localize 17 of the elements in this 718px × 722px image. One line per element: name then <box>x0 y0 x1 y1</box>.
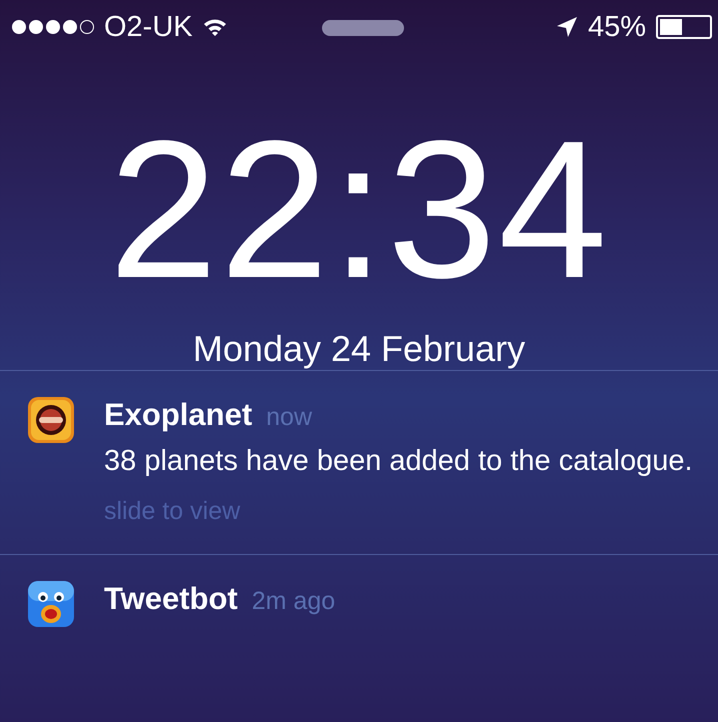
notification-time: 2m ago <box>252 587 336 616</box>
location-arrow-icon <box>556 16 578 38</box>
planet-app-icon[interactable] <box>28 397 74 443</box>
carrier-name: O2-UK <box>104 10 193 44</box>
app-name: Exoplanet <box>104 397 252 433</box>
wifi-icon <box>202 17 227 37</box>
app-name: Tweetbot <box>104 581 238 617</box>
slide-hint: slide to view <box>104 497 242 526</box>
bird-app-icon[interactable] <box>28 581 74 627</box>
battery-percent: 45% <box>588 10 646 44</box>
grabber-handle[interactable] <box>322 20 404 36</box>
battery-icon <box>656 15 712 39</box>
notification-message: 38 planets have been added to the catalogue. <box>104 444 693 479</box>
notification-time: now <box>266 403 312 432</box>
clock-time: 22:34 <box>108 112 610 308</box>
signal-icon <box>12 20 94 34</box>
clock-date: Monday 24 February <box>192 328 526 370</box>
